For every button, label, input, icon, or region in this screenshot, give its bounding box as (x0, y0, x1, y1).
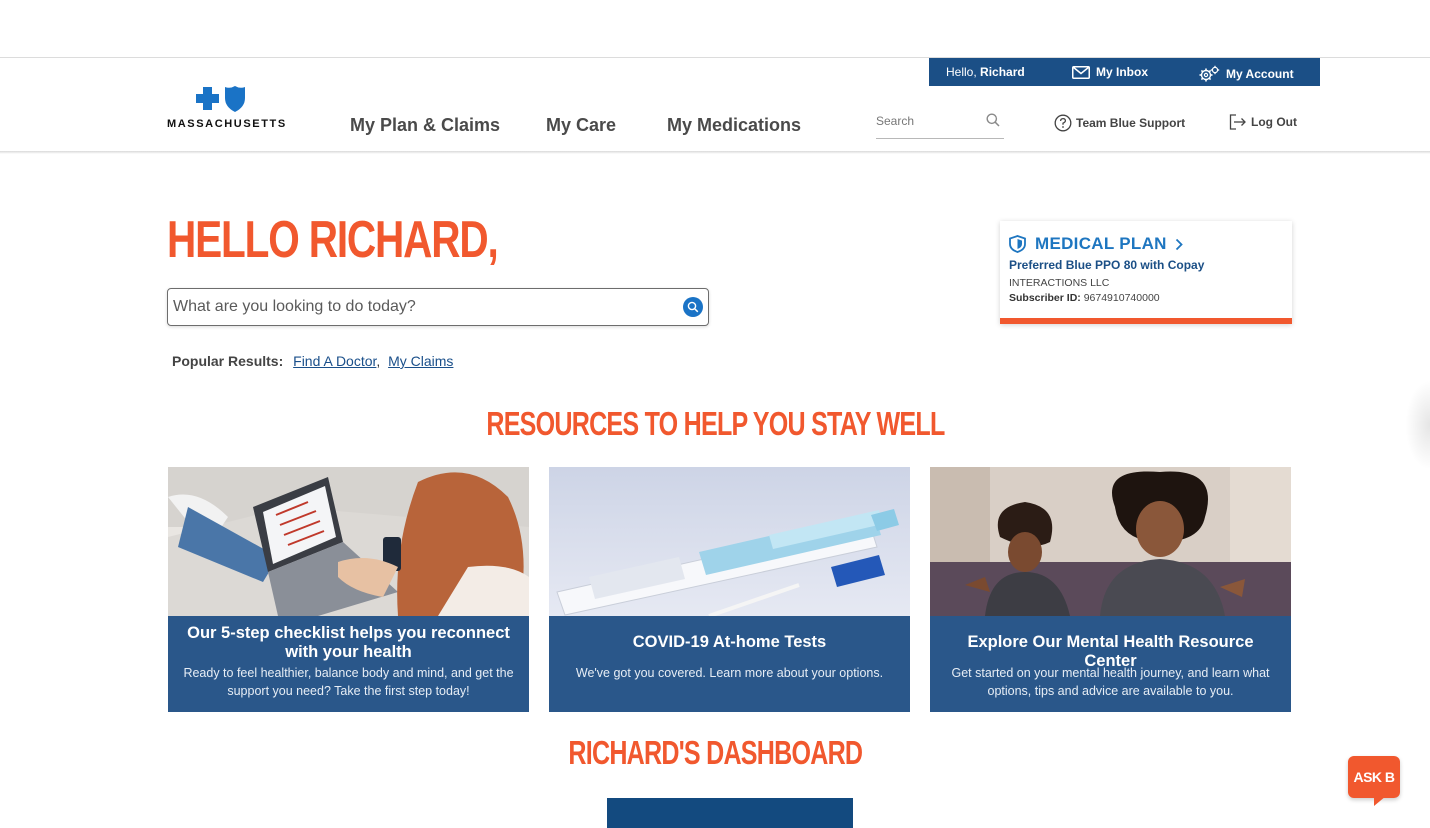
main-search-box (167, 288, 709, 326)
resource-card-checklist[interactable]: Our 5-step checklist helps you reconnect… (168, 467, 529, 712)
bcbs-logo[interactable] (194, 85, 248, 120)
dashboard-tab-block[interactable] (607, 798, 853, 828)
covid-swab-image (549, 467, 910, 616)
resource-card-mental-health[interactable]: Explore Our Mental Health Resource Cente… (930, 467, 1291, 712)
dashboard-heading-text: RICHARD'S DASHBOARD (568, 734, 863, 771)
log-out-link[interactable]: Log Out (1229, 114, 1297, 130)
popular-results-label: Popular Results: (172, 353, 284, 369)
main-search-button[interactable] (683, 297, 703, 317)
resources-heading: RESOURCES TO HELP YOU STAY WELL (0, 405, 1430, 443)
logo-wordmark: MASSACHUSETTS (167, 118, 287, 130)
my-account-label: My Account (1226, 67, 1294, 81)
resource-card-description: Ready to feel healthier, balance body an… (183, 666, 514, 698)
chevron-right-icon (1175, 238, 1183, 250)
subscriber-id: Subscriber ID: 9674910740000 (1009, 292, 1160, 304)
laptop-woman-image (168, 467, 529, 616)
user-greeting: Hello, Richard (946, 65, 1025, 79)
envelope-icon (1072, 65, 1090, 79)
popular-results: Popular Results: Find A Doctor, My Claim… (172, 353, 453, 369)
medical-plan-card[interactable]: MEDICAL PLAN Preferred Blue PPO 80 with … (1000, 221, 1292, 324)
header-divider (0, 151, 1430, 154)
my-inbox-link[interactable]: My Inbox (1072, 65, 1148, 79)
plan-card-header[interactable]: MEDICAL PLAN (1009, 234, 1183, 254)
plan-card-title: MEDICAL PLAN (1035, 234, 1167, 253)
plan-card-accent-bar (1000, 318, 1292, 324)
header-search-input[interactable] (876, 110, 981, 132)
my-claims-link[interactable]: My Claims (388, 353, 453, 369)
resource-card-title: COVID-19 At-home Tests (632, 633, 827, 651)
resources-heading-text: RESOURCES TO HELP YOU STAY WELL (485, 405, 945, 442)
nav-my-care[interactable]: My Care (546, 115, 616, 136)
gears-icon (1199, 65, 1220, 82)
header-search (876, 110, 1004, 139)
resource-card-covid-tests[interactable]: COVID-19 At-home Tests We've got you cov… (549, 467, 910, 712)
link-separator: , (376, 353, 385, 369)
shield-icon (1009, 235, 1026, 253)
resource-card-description: We've got you covered. Learn more about … (575, 666, 884, 680)
subscriber-id-label: Subscriber ID: (1009, 292, 1081, 304)
find-a-doctor-link[interactable]: Find A Doctor (293, 353, 376, 369)
nav-my-plan-claims[interactable]: My Plan & Claims (350, 115, 500, 136)
ask-b-chat-button[interactable]: ASK B (1348, 756, 1400, 798)
team-blue-support-link[interactable]: Team Blue Support (1054, 114, 1185, 132)
my-account-link[interactable]: My Account (1198, 65, 1294, 83)
utility-bar: Hello, Richard My Inbox My Account (929, 58, 1320, 86)
blue-cross-blue-shield-icon (196, 86, 245, 112)
resource-card-description: Get started on your mental health journe… (951, 666, 1270, 698)
header-search-button[interactable] (986, 113, 1000, 132)
question-circle-icon (1054, 114, 1072, 132)
search-icon (687, 301, 699, 313)
meditating-family-image (930, 467, 1291, 616)
search-icon (986, 113, 1000, 127)
greeting-prefix: Hello, (946, 65, 977, 79)
nav-my-medications[interactable]: My Medications (667, 115, 801, 136)
main-search-input[interactable] (173, 295, 673, 319)
dashboard-heading: RICHARD'S DASHBOARD (0, 734, 1430, 772)
chat-bubble-tail (1374, 796, 1386, 806)
subscriber-id-value: 9674910740000 (1083, 292, 1160, 304)
side-panel-edge (1405, 380, 1430, 470)
user-name: Richard (980, 65, 1025, 79)
team-blue-support-label: Team Blue Support (1076, 116, 1186, 130)
page-greeting: HELLO RICHARD, (167, 211, 499, 269)
plan-organization: INTERACTIONS LLC (1009, 277, 1110, 289)
log-out-icon (1229, 114, 1246, 130)
resource-card-title: Our 5-step checklist helps you reconnect… (187, 624, 510, 661)
log-out-label: Log Out (1251, 115, 1297, 129)
plan-name: Preferred Blue PPO 80 with Copay (1009, 258, 1205, 272)
my-inbox-label: My Inbox (1096, 65, 1149, 79)
